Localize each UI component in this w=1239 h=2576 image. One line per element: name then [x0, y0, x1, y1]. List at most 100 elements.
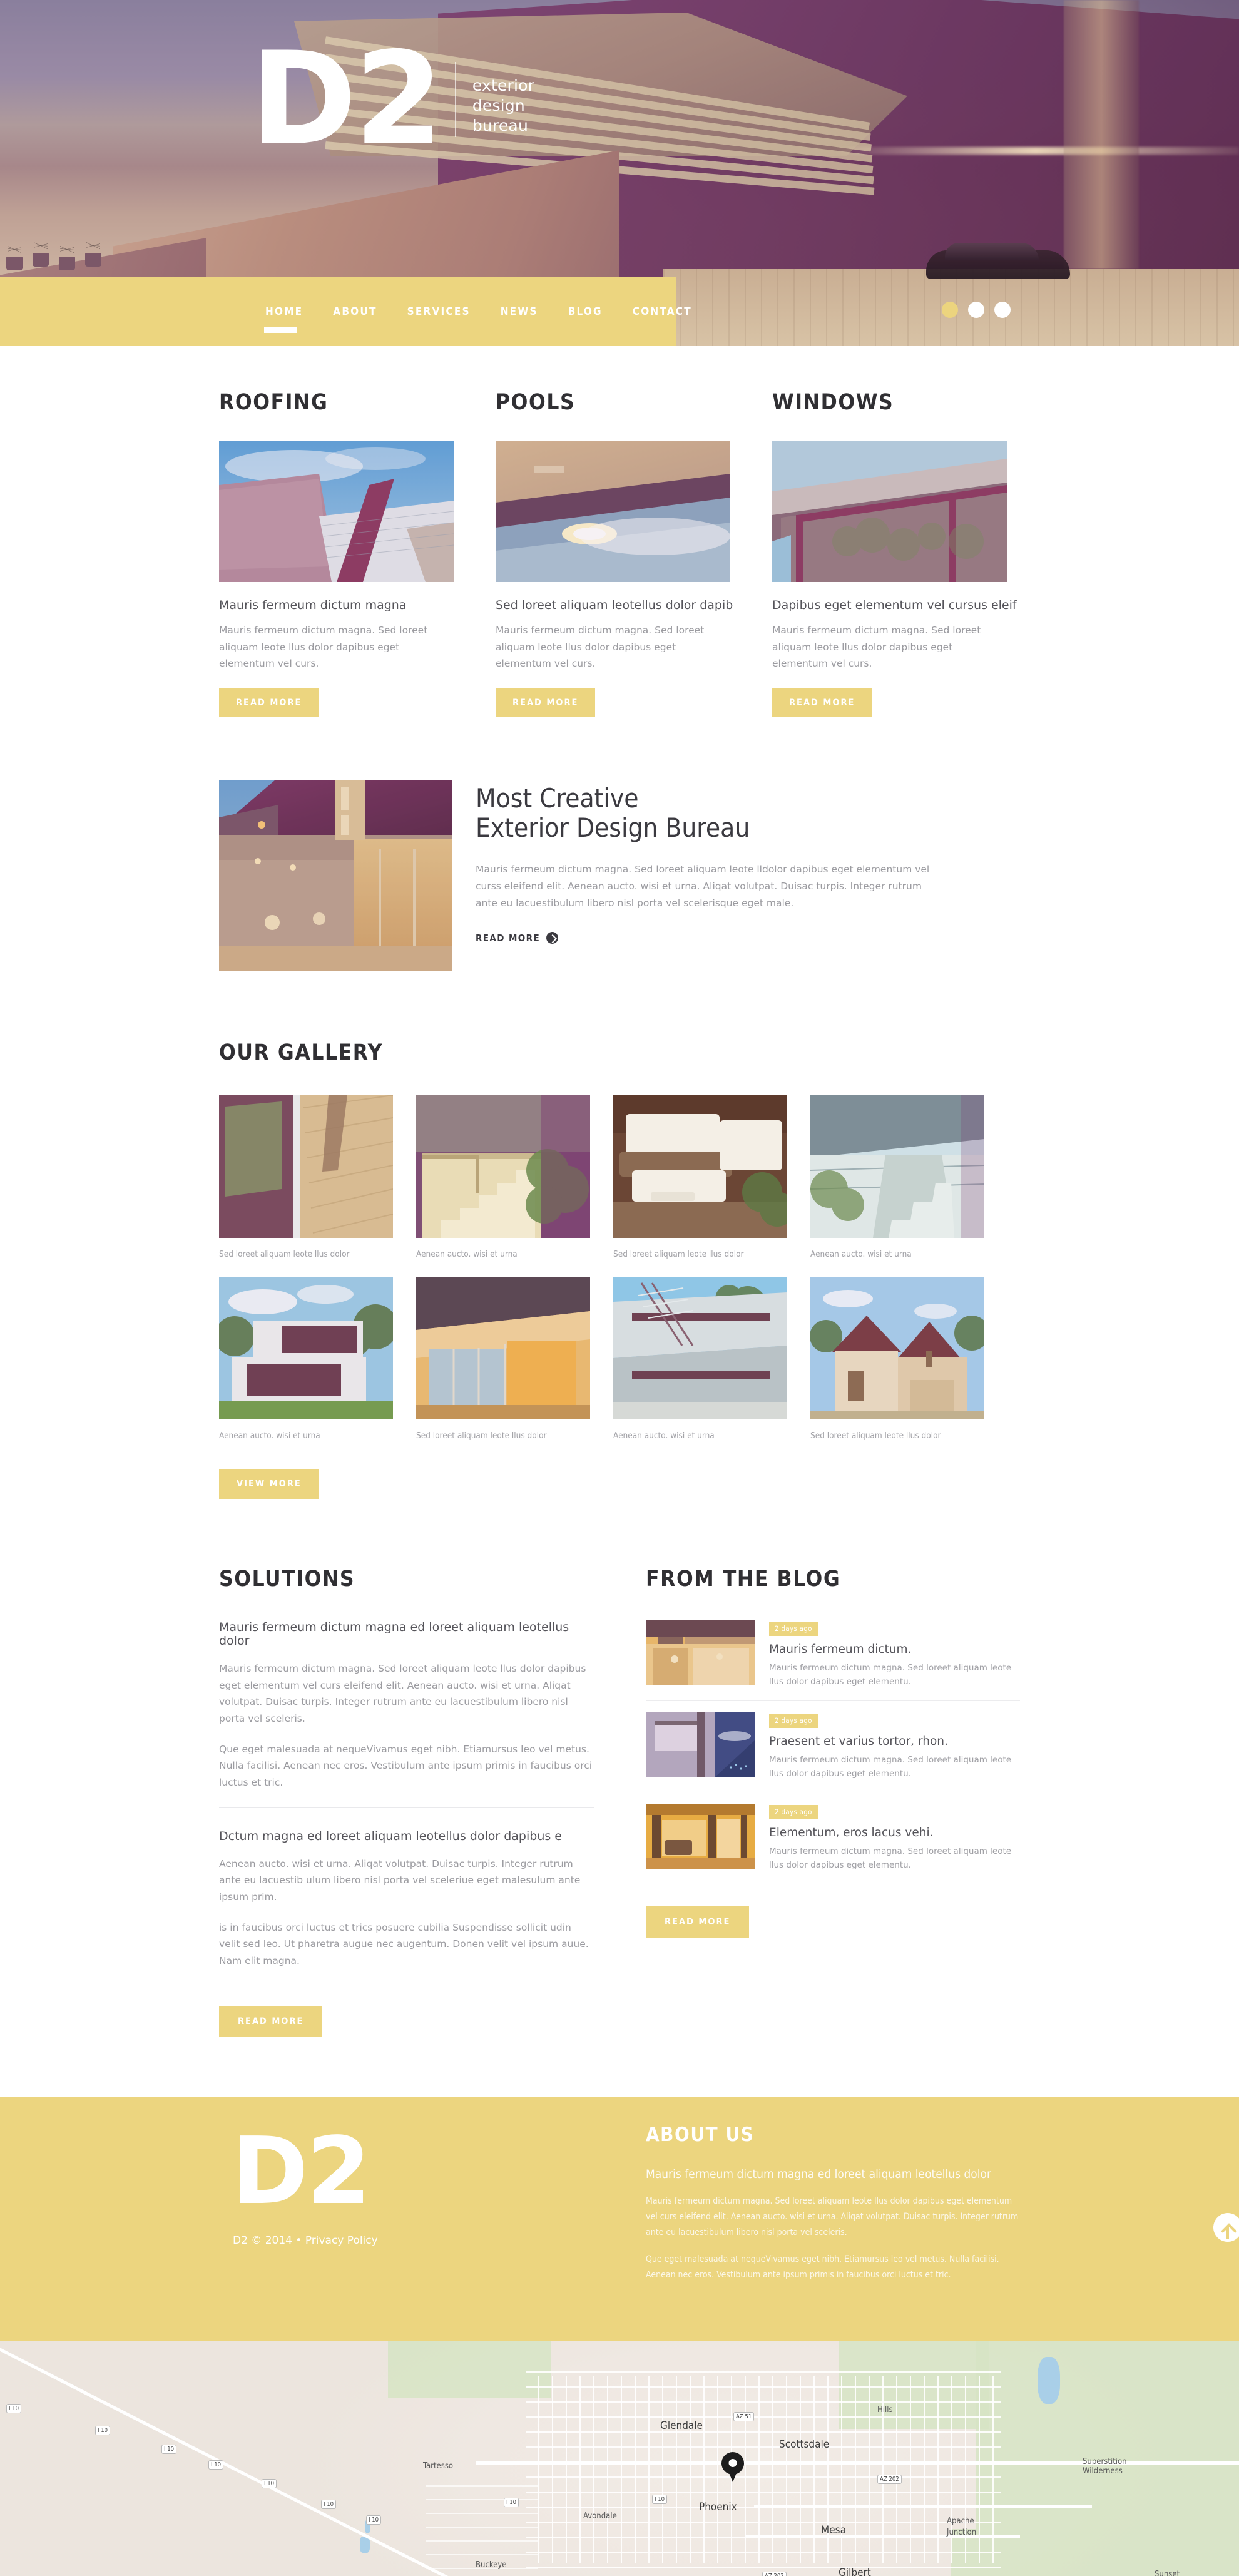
hero-banner: D2 exterior design bureau HOME ABOUT SERVI… — [0, 0, 1239, 346]
nav-item-contact[interactable]: CONTACT — [618, 305, 707, 318]
map-street-horizontal — [526, 2566, 1001, 2568]
blog-read-more-button[interactable]: READ MORE — [646, 1906, 750, 1938]
map-label: Mesa — [821, 2523, 846, 2537]
gallery-caption: Aenean aucto. wisi et urna — [416, 1249, 518, 1259]
gallery-item[interactable]: Sed loreet aliquam leote llus dolor — [810, 1276, 984, 1441]
service-title: ROOFING — [219, 390, 329, 415]
footer-left: D2 D2 © 2014 • Privacy Policy — [219, 2097, 594, 2341]
hero-planter — [6, 238, 23, 270]
hero-planter — [33, 234, 49, 267]
contact-map[interactable]: Glendale Scottsdale Hills Phoenix Avondale Me… — [0, 2341, 1239, 2576]
site-logo[interactable]: D2 exterior design bureau — [250, 35, 534, 163]
blog-post[interactable]: 2 days ago Mauris fermeum dictum. Mauris… — [646, 1620, 1020, 1700]
gallery-item[interactable]: Aenean aucto. wisi et urna — [613, 1276, 787, 1441]
blog-post-thumbnail[interactable] — [646, 1620, 755, 1685]
gallery-item[interactable]: Aenean aucto. wisi et urna — [810, 1095, 984, 1259]
slider-dot-3[interactable] — [994, 302, 1011, 318]
blog-post-excerpt: Mauris fermeum dictum magna. Sed loreet … — [769, 1754, 1012, 1779]
main-navigation[interactable]: HOME ABOUT SERVICES NEWS BLOG CONTACT — [0, 277, 691, 346]
map-label: Superstition — [1083, 2456, 1127, 2466]
service-thumbnail[interactable] — [772, 441, 1007, 582]
service-thumbnail[interactable] — [496, 441, 730, 582]
gallery-image[interactable] — [613, 1095, 787, 1238]
blog-post[interactable]: 2 days ago Elementum, eros lacus vehi. M… — [646, 1792, 1020, 1884]
slider-dot-1[interactable] — [942, 302, 958, 318]
gallery-caption: Sed loreet aliquam leote llus dolor — [810, 1430, 941, 1441]
map-label: Phoenix — [699, 2500, 737, 2513]
map-route-shield: AZ 202 — [762, 2571, 787, 2576]
blog-post-title[interactable]: Elementum, eros lacus vehi. — [769, 1826, 1013, 1839]
blog-post-date-badge: 2 days ago — [769, 1805, 818, 1820]
gallery-item[interactable]: Sed loreet aliquam leote llus dolor — [416, 1276, 590, 1441]
gallery-item[interactable]: Sed loreet aliquam leote llus dolor — [219, 1095, 393, 1259]
map-street-vertical — [566, 2375, 567, 2563]
gallery-image[interactable] — [810, 1276, 984, 1419]
gallery-image[interactable] — [613, 1276, 787, 1419]
solutions-read-more-button[interactable]: READ MORE — [219, 2005, 323, 2037]
map-street-horizontal — [526, 2476, 1001, 2478]
blog-post[interactable]: 2 days ago Praesent et varius tortor, rh… — [646, 1700, 1020, 1792]
service-heading: Dapibus eget elementum vel cursus eleif — [772, 598, 1017, 612]
gallery-image[interactable] — [810, 1095, 984, 1238]
map-street-horizontal — [526, 2446, 1001, 2448]
slider-pagination[interactable] — [942, 302, 1011, 318]
map-route-shield: I 10 — [321, 2499, 337, 2509]
blog-post-date-badge: 2 days ago — [769, 1713, 818, 1728]
gallery-image[interactable] — [416, 1095, 590, 1238]
map-label: Glendale — [660, 2419, 703, 2432]
gallery-caption: Sed loreet aliquam leote llus dolor — [219, 1249, 350, 1259]
gallery-row-1: Sed loreet aliquam leote llus dolor Aene… — [219, 1095, 1020, 1259]
service-read-more-button[interactable]: READ MORE — [219, 688, 319, 717]
map-street-horizontal-west — [426, 2526, 538, 2528]
map-location-pin[interactable] — [721, 2451, 744, 2485]
services-section: ROOFING Mauris fermeum dictum magna Maur… — [219, 346, 1020, 717]
nav-item-blog[interactable]: BLOG — [553, 305, 618, 318]
blog-post-thumbnail[interactable] — [646, 1804, 755, 1869]
about-read-more-link[interactable]: READ MORE — [476, 932, 559, 944]
map-street-vertical — [538, 2375, 539, 2563]
service-card-pools: POOLS Sed loreet aliquam leotellus dolor… — [496, 390, 743, 717]
map-route-shield: I 10 — [161, 2444, 177, 2454]
blog-post-title[interactable]: Praesent et varius tortor, rhon. — [769, 1735, 1013, 1748]
blog-post-thumbnail[interactable] — [646, 1712, 755, 1777]
gallery-view-more-button[interactable]: VIEW MORE — [219, 1468, 319, 1499]
map-label: Wilderness — [1083, 2466, 1123, 2476]
service-read-more-button[interactable]: READ MORE — [772, 688, 872, 717]
gallery-image[interactable] — [219, 1095, 393, 1238]
gallery-caption: Aenean aucto. wisi et urna — [613, 1430, 715, 1441]
gallery-item[interactable]: Sed loreet aliquam leote llus dolor — [613, 1095, 787, 1259]
scroll-to-top-button[interactable] — [1213, 2212, 1239, 2242]
service-title: POOLS — [496, 390, 576, 415]
service-card-roofing: ROOFING Mauris fermeum dictum magna Maur… — [219, 390, 466, 717]
nav-item-news[interactable]: NEWS — [486, 305, 553, 318]
map-street-horizontal-west — [426, 2512, 538, 2514]
gallery-caption: Sed loreet aliquam leote llus dolor — [613, 1249, 744, 1259]
slider-dot-2[interactable] — [968, 302, 984, 318]
gallery-item[interactable]: Aenean aucto. wisi et urna — [416, 1095, 590, 1259]
nav-item-services[interactable]: SERVICES — [392, 305, 486, 318]
footer-copyright[interactable]: D2 © 2014 • Privacy Policy — [219, 2234, 594, 2247]
map-street-vertical — [621, 2375, 622, 2563]
nav-item-home[interactable]: HOME — [250, 305, 318, 333]
map-route-shield: I 10 — [366, 2515, 382, 2525]
map-street-vertical — [648, 2375, 650, 2563]
footer-about-lead: Mauris fermeum dictum magna ed loreet al… — [646, 2167, 991, 2181]
service-heading: Mauris fermeum dictum magna — [219, 598, 407, 612]
map-label: Gilbert — [839, 2566, 871, 2576]
nav-item-about[interactable]: ABOUT — [318, 305, 392, 318]
map-street-vertical — [676, 2375, 677, 2563]
about-heading-line1: Most Creative — [476, 782, 639, 814]
gallery-item[interactable]: Aenean aucto. wisi et urna — [219, 1276, 393, 1441]
logo-tagline-line3: bureau — [472, 116, 529, 135]
service-read-more-button[interactable]: READ MORE — [496, 688, 596, 717]
footer-logo[interactable]: D2 — [219, 2124, 594, 2217]
gallery-section: OUR GALLERY Sed loreet aliquam leote llu… — [219, 971, 1020, 1499]
gallery-image[interactable] — [219, 1276, 393, 1419]
map-label: Hills — [877, 2405, 893, 2415]
footer-about-paragraph1: Mauris fermeum dictum magna. Sed loreet … — [646, 2195, 1019, 2237]
map-street-horizontal-west — [426, 2498, 538, 2500]
service-thumbnail[interactable] — [219, 441, 454, 582]
map-label: Tartesso — [423, 2461, 454, 2471]
gallery-image[interactable] — [416, 1276, 590, 1419]
blog-post-title[interactable]: Mauris fermeum dictum. — [769, 1643, 1013, 1656]
